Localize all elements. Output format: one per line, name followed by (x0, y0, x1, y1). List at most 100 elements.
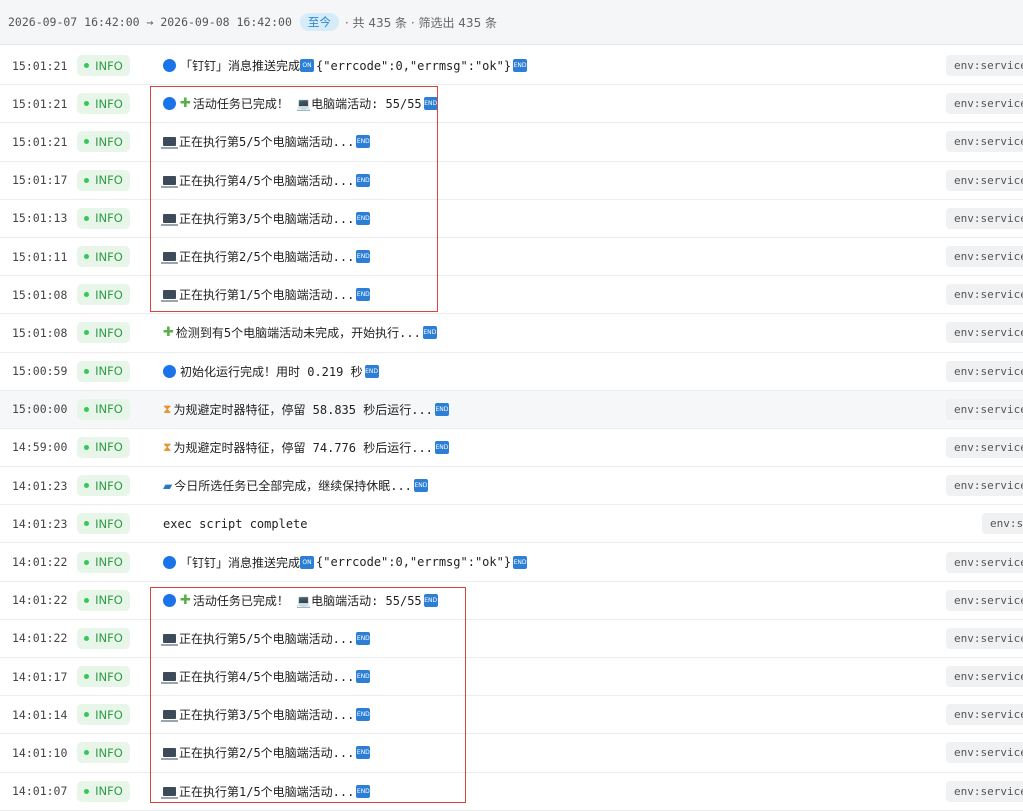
log-row[interactable]: 14:01:22 INFO 「钉钉」消息推送完成 ON {"errcode":0,"e… (0, 543, 1023, 582)
env-tag[interactable]: env:service_ (946, 551, 1023, 573)
level-label: INFO (95, 402, 123, 417)
level-label: INFO (95, 211, 123, 226)
env-tag[interactable]: env:service_ (946, 589, 1023, 611)
log-row[interactable]: 14:01:17 INFO 正在执行第4/5个电脑端活动... END env:serv… (0, 658, 1023, 697)
log-message: 正在执行第3/5个电脑端活动... END (161, 210, 371, 227)
env-tag[interactable]: env:service_ (946, 704, 1023, 726)
level-dot-icon (84, 635, 90, 641)
log-row[interactable]: 14:01:23 INFO ▰ 今日所选任务已全部完成，继续保持休眠... END env… (0, 467, 1023, 506)
log-row[interactable]: 15:00:00 INFO ⧗ 为规避定时器特征，停留 58.835 秒后运行... E… (0, 390, 1023, 429)
log-message: ⧗ 为规避定时器特征，停留 58.835 秒后运行... END (163, 401, 449, 418)
level-label: INFO (95, 58, 123, 73)
env-tag[interactable]: env:sa (982, 513, 1023, 535)
sleep-icon: ▰ (163, 478, 173, 493)
env-tag[interactable]: env:service_ (946, 207, 1023, 229)
log-row[interactable]: 15:01:17 INFO 正在执行第4/5个电脑端活动... END env:serv… (0, 162, 1023, 200)
level-badge: INFO (77, 780, 130, 802)
level-dot-icon (84, 559, 90, 565)
log-text: 初始化运行完成！用时 0.219 秒 (180, 364, 363, 379)
until-now-tag[interactable]: 至今 (299, 13, 339, 31)
blue-circle-icon (163, 364, 176, 378)
end-arrow-icon: END (356, 250, 371, 264)
log-text: 「钉钉」消息推送完成 (180, 59, 301, 74)
log-message: 「钉钉」消息推送完成 ON {"errcode":0,"errmsg":"ok"}… (163, 57, 528, 74)
log-row[interactable]: 14:01:07 INFO 正在执行第1/5个电脑端活动... END env:serv… (0, 773, 1023, 811)
env-tag[interactable]: env:service_ (946, 93, 1023, 115)
env-tag[interactable]: env:service_ (946, 436, 1023, 458)
log-row[interactable]: 15:01:08 INFO ✚ 检测到有5个电脑端活动未完成，开始执行... END en… (0, 314, 1023, 353)
end-arrow-icon: END (356, 670, 371, 684)
level-label: INFO (95, 593, 123, 608)
env-tag[interactable]: env:service_ (946, 322, 1023, 344)
log-message: ✚ 活动任务已完成！ 💻电脑端活动: 55/55 END (163, 95, 438, 112)
env-tag[interactable]: env:service_ (946, 169, 1023, 191)
end-arrow-icon: END (356, 746, 371, 760)
puzzle-icon: ✚ (163, 325, 174, 341)
log-time: 15:01:13 (12, 211, 68, 226)
level-label: INFO (95, 669, 123, 684)
env-tag[interactable]: env:service_ (946, 780, 1023, 802)
level-dot-icon (84, 215, 90, 221)
log-text: 今日所选任务已全部完成，继续保持休眠... (174, 479, 412, 494)
log-text: 正在执行第4/5个电脑端活动... (179, 173, 355, 188)
level-dot-icon (84, 368, 90, 374)
laptop-icon (161, 175, 178, 188)
log-row[interactable]: 14:01:22 INFO ✚ 活动任务已完成！ 💻电脑端活动: 55/55 END en… (0, 582, 1023, 620)
level-dot-icon (84, 788, 90, 794)
log-time: 14:01:22 (12, 593, 68, 608)
log-message: 正在执行第5/5个电脑端活动... END (161, 630, 371, 647)
log-row[interactable]: 14:01:23 INFO exec script complete env:sa (0, 505, 1023, 544)
log-row[interactable]: 15:01:13 INFO 正在执行第3/5个电脑端活动... END env:serv… (0, 200, 1023, 238)
log-time: 14:01:22 (12, 555, 68, 570)
env-tag[interactable]: env:service_ (946, 131, 1023, 153)
log-time: 15:01:11 (12, 249, 68, 264)
env-tag[interactable]: env:service_ (946, 55, 1023, 77)
log-row[interactable]: 14:01:22 INFO 正在执行第5/5个电脑端活动... END env:serv… (0, 620, 1023, 658)
end-arrow-icon: END (364, 364, 379, 378)
level-label: INFO (95, 555, 123, 570)
level-badge: INFO (77, 398, 130, 420)
log-message: 正在执行第5/5个电脑端活动... END (161, 133, 371, 150)
log-text: 正在执行第1/5个电脑端活动... (179, 288, 355, 303)
log-row[interactable]: 14:01:14 INFO 正在执行第3/5个电脑端活动... END env:serv… (0, 696, 1023, 735)
time-range[interactable]: 2026-09-07 16:42:00 → 2026-09-08 16:42:0… (8, 15, 292, 29)
log-time: 15:01:21 (12, 58, 68, 73)
level-dot-icon (84, 483, 90, 489)
log-row[interactable]: 15:01:21 INFO ✚ 活动任务已完成！ 💻电脑端活动: 55/55 END en… (0, 85, 1023, 124)
log-text: 检测到有5个电脑端活动未完成，开始执行... (175, 326, 421, 341)
level-label: INFO (95, 96, 123, 111)
level-badge: INFO (77, 207, 130, 229)
level-label: INFO (95, 134, 123, 149)
on-icon: ON (300, 59, 315, 73)
log-text: 正在执行第2/5个电脑端活动... (179, 250, 355, 265)
end-arrow-icon: END (413, 479, 428, 493)
log-row[interactable]: 15:01:11 INFO 正在执行第2/5个电脑端活动... END env:serv… (0, 238, 1023, 277)
log-row[interactable]: 14:59:00 INFO ⧗ 为规避定时器特征，停留 74.776 秒后运行... E… (0, 429, 1023, 468)
level-dot-icon (84, 521, 90, 527)
env-tag[interactable]: env:service_ (946, 284, 1023, 306)
log-row[interactable]: 15:01:21 INFO 「钉钉」消息推送完成 ON {"errcode":0,"e… (0, 47, 1023, 86)
env-tag[interactable]: env:service_ (946, 666, 1023, 688)
env-tag[interactable]: env:service_ (946, 742, 1023, 764)
level-label: INFO (95, 325, 123, 340)
log-row[interactable]: 15:01:21 INFO 正在执行第5/5个电脑端活动... END env:serv… (0, 123, 1023, 162)
log-message: 正在执行第4/5个电脑端活动... END (161, 172, 371, 189)
log-text: 正在执行第2/5个电脑端活动... (179, 746, 355, 761)
env-tag[interactable]: env:service_ (946, 246, 1023, 268)
env-tag[interactable]: env:service_ (946, 398, 1023, 420)
level-label: INFO (95, 631, 123, 646)
level-badge: INFO (77, 551, 130, 573)
log-row[interactable]: 14:01:10 INFO 正在执行第2/5个电脑端活动... END env:serv… (0, 734, 1023, 773)
log-message: 正在执行第3/5个电脑端活动... END (161, 706, 371, 723)
log-row[interactable]: 15:01:08 INFO 正在执行第1/5个电脑端活动... END env:serv… (0, 276, 1023, 315)
log-time: 15:00:59 (12, 364, 68, 379)
env-tag[interactable]: env:service_ (946, 627, 1023, 649)
log-message: 正在执行第2/5个电脑端活动... END (161, 248, 371, 265)
env-tag[interactable]: env:service_ (946, 475, 1023, 497)
level-dot-icon (84, 101, 90, 107)
log-row[interactable]: 15:00:59 INFO 初始化运行完成！用时 0.219 秒 END env:ser… (0, 353, 1023, 391)
level-badge: INFO (77, 246, 130, 268)
level-label: INFO (95, 173, 123, 188)
level-badge: INFO (77, 704, 130, 726)
env-tag[interactable]: env:service_ (946, 360, 1023, 382)
